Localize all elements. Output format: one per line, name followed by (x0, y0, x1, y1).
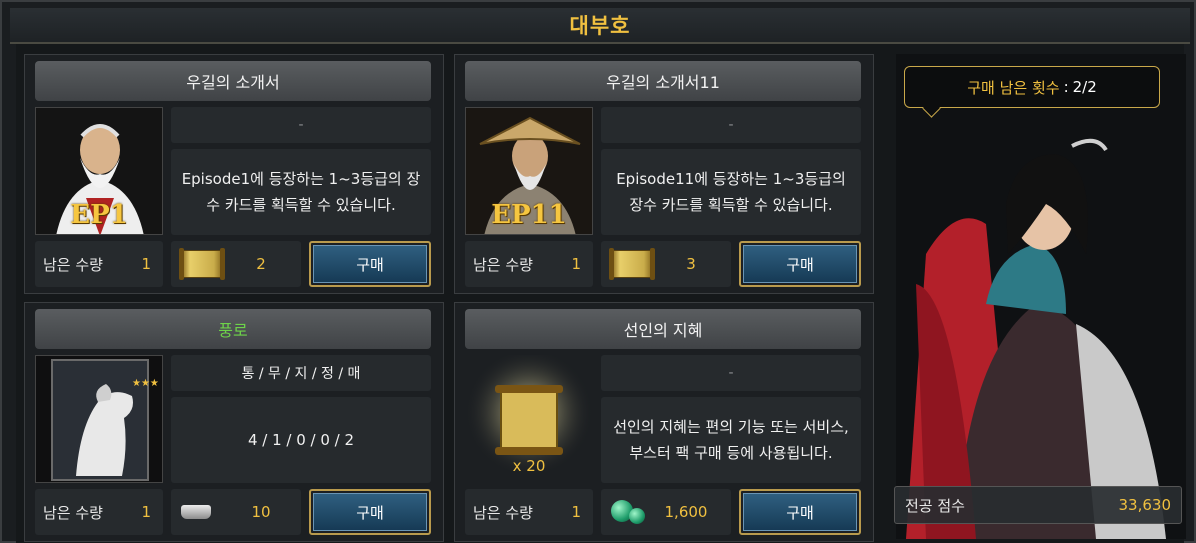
buy-button[interactable]: 구매 (309, 241, 431, 287)
svg-text:★★★: ★★★ (132, 378, 159, 389)
remain-label: 남은 수량 (43, 503, 103, 522)
white-horse-card-image: ★★★ (36, 356, 162, 482)
price-value: 10 (251, 503, 271, 521)
scroll-icon (179, 248, 225, 280)
purchase-remaining-bubble: 구매 남은 횟수 : 2/2 (904, 66, 1160, 108)
shop-card-ep11: 우길의 소개서11 EP11 - Episode11에 등장하는 1~3등급의 … (454, 54, 874, 294)
card-portrait: ★★★ (35, 355, 163, 483)
buy-button[interactable]: 구매 (739, 489, 861, 535)
buy-button-label[interactable]: 구매 (743, 245, 857, 283)
shop-card-ep1: 우길의 소개서 EP1 - Episode1에 등장하는 1~3등급의 장수 카… (24, 54, 444, 294)
purchase-remaining-label: 구매 남은 횟수 (967, 78, 1060, 97)
price-value: 1,600 (664, 503, 708, 521)
buy-button[interactable]: 구매 (739, 241, 861, 287)
card-description: 선인의 지혜는 편의 기능 또는 서비스, 부스터 팩 구매 등에 사용됩니다. (601, 397, 861, 483)
card-title: 우길의 소개서11 (465, 61, 861, 101)
episode-badge: EP1 (70, 200, 128, 230)
card-portrait: EP1 (35, 107, 163, 235)
stat-labels: 통 / 무 / 지 / 정 / 매 (171, 355, 431, 391)
remain-label: 남은 수량 (43, 255, 103, 274)
card-description: Episode1에 등장하는 1~3등급의 장수 카드를 획득할 수 있습니다. (171, 149, 431, 235)
merchant-woman-illustration (896, 54, 1186, 539)
card-portrait: EP11 (465, 107, 593, 235)
price-box: 1,600 (601, 489, 731, 535)
episode-badge: EP11 (491, 200, 567, 230)
card-subtitle: - (171, 107, 431, 143)
purchase-separator: : (1063, 78, 1069, 96)
remaining-quantity: 남은 수량 1 (465, 489, 593, 535)
price-box: 3 (601, 241, 731, 287)
remaining-quantity: 남은 수량 1 (35, 241, 163, 287)
scroll-icon (609, 248, 655, 280)
remain-label: 남은 수량 (473, 255, 533, 274)
window-title-bar: 대부호 (10, 8, 1190, 44)
price-box: 10 (171, 489, 301, 535)
merchant-panel (896, 54, 1186, 539)
merit-score-label: 전공 점수 (905, 496, 965, 515)
window-title: 대부호 (569, 14, 631, 38)
price-value: 2 (256, 255, 266, 273)
remaining-quantity: 남은 수량 1 (465, 241, 593, 287)
remain-value: 1 (141, 503, 151, 521)
buy-button-label[interactable]: 구매 (743, 493, 857, 531)
card-description: Episode11에 등장하는 1~3등급의 장수 카드를 획득할 수 있습니다… (601, 149, 861, 235)
shop-content: 우길의 소개서 EP1 - Episode1에 등장하는 1~3등급의 장수 카… (16, 44, 1186, 543)
remain-value: 1 (571, 503, 581, 521)
buy-button-label[interactable]: 구매 (313, 245, 427, 283)
price-box: 2 (171, 241, 301, 287)
remain-label: 남은 수량 (473, 503, 533, 522)
card-title: 우길의 소개서 (35, 61, 431, 101)
jade-icon (611, 500, 647, 524)
card-portrait: x 20 (465, 355, 593, 483)
silver-ingot-icon (181, 505, 211, 519)
purchase-remaining-value: 2/2 (1072, 78, 1097, 96)
card-title: 선인의 지혜 (465, 309, 861, 349)
item-count-badge: x 20 (512, 457, 546, 475)
remain-value: 1 (141, 255, 151, 273)
buy-button-label[interactable]: 구매 (313, 493, 427, 531)
merit-score-box: 전공 점수 33,630 (894, 486, 1182, 524)
remain-value: 1 (571, 255, 581, 273)
stat-values: 4 / 1 / 0 / 0 / 2 (171, 397, 431, 483)
merit-score-value: 33,630 (1118, 496, 1172, 514)
card-title: 풍로 (35, 309, 431, 349)
shop-card-horse: 풍로 ★★★ 통 / 무 / 지 / 정 / 매 4 / 1 / 0 / 0 /… (24, 302, 444, 542)
shop-card-wisdom: 선인의 지혜 x 20 - 선인의 지혜는 편의 기능 또는 서비스, 부스터 … (454, 302, 874, 542)
buy-button[interactable]: 구매 (309, 489, 431, 535)
shop-window: 대부호 우길의 소개서 EP1 - Episode1에 등장하는 1~3등급의 … (0, 0, 1196, 543)
card-subtitle: - (601, 107, 861, 143)
card-subtitle: - (601, 355, 861, 391)
price-value: 3 (686, 255, 696, 273)
remaining-quantity: 남은 수량 1 (35, 489, 163, 535)
